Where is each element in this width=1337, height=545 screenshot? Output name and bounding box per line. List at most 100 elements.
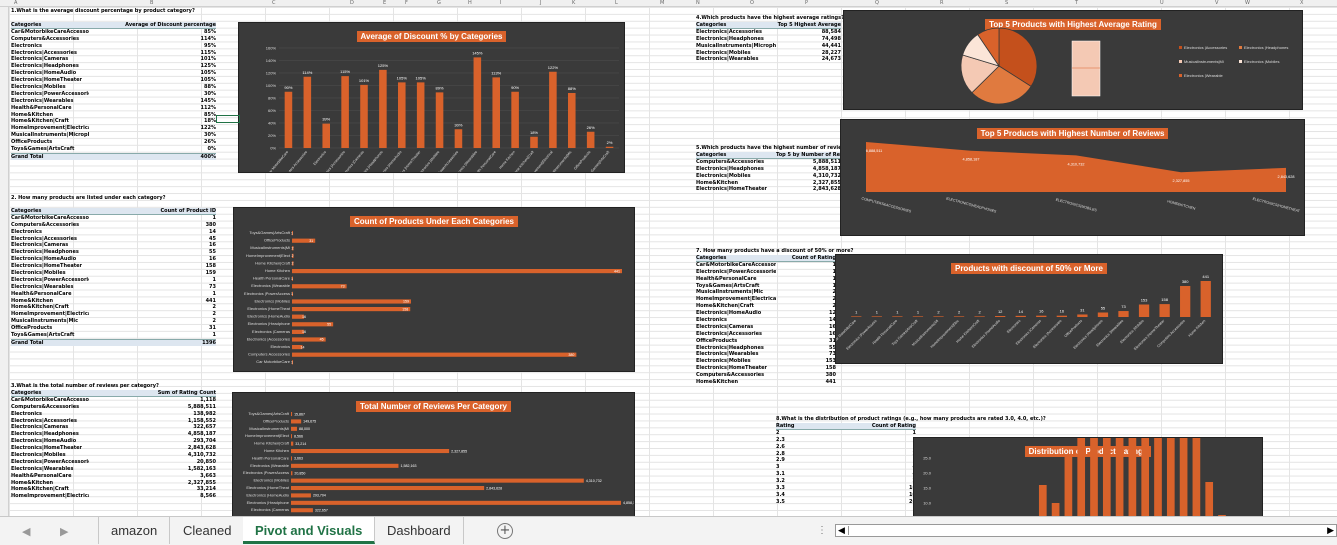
tab-scroll-left-icon[interactable]: ◀ [22,525,30,538]
table-row[interactable]: Electronics|Mobiles 28,227 [696,50,841,57]
table-row[interactable]: Electronics|Headphones 125% [11,63,216,70]
table-cell-label[interactable]: Electronics|HomeTheater [11,445,89,452]
table-cell-value[interactable]: 85% [89,29,216,36]
table-row[interactable]: 21 [776,430,916,437]
table-cell-value[interactable]: 2 [776,289,836,296]
table-cell-label[interactable]: HomeImprovement|Electrical [696,296,776,303]
table-cell-label[interactable]: 3.4 [776,492,831,499]
table-cell-label[interactable]: Electronics|Cameras [696,324,776,331]
column-letter[interactable]: S [1005,0,1008,6]
table-row[interactable]: Electronics|Cameras 16 [696,324,836,331]
table-cell-label[interactable]: Car&MotorbikeCareAccessories [11,215,89,222]
table-cell-value[interactable]: 74,498 [776,36,841,43]
table-cell-value[interactable]: Top 5 by Number of Reviews [776,152,841,158]
table-row[interactable]: Electronics|PowerAccessories1 [696,269,836,276]
table-cell-label[interactable]: Car&MotorbikeCareAccessories [11,397,89,404]
table-cell-label[interactable]: Electronics|PowerAccessories [11,459,89,466]
table-cell-label[interactable]: Electronics|Headphones [696,166,776,173]
table-cell-value[interactable]: 26% [89,139,216,146]
table-row[interactable]: Home&Kitchen|Craft 33,214 [11,486,216,493]
table-row[interactable]: Car&MotorbikeCareAccessories1 [696,262,836,269]
table-cell-label[interactable]: 2.6 [776,444,831,451]
table-cell-value[interactable]: 4,310,732 [89,452,216,459]
table-row[interactable]: HomeImprovement|Electrical 122% [11,125,216,132]
table-cell-label[interactable]: Electronics|PowerAccessories [11,277,89,284]
table-cell-label[interactable]: HomeImprovement|Electrical [11,125,89,132]
table-cell-label[interactable]: Electronics [696,317,776,324]
tab-dashboard[interactable]: Dashboard [375,517,464,544]
table-row[interactable]: Electronics|Headphones 55 [11,249,216,256]
table-row[interactable]: Toys&Games|ArtsCraft1 [696,283,836,290]
table-row[interactable]: 2.91 [776,457,916,464]
table-row[interactable]: Electronics|Mobiles 153 [696,358,836,365]
table-cell-value[interactable]: 1 [831,430,916,437]
table-cell-label[interactable]: Electronics|Accessories [696,29,776,36]
table-cell-value[interactable]: 122% [89,125,216,132]
table-cell-label[interactable]: Electronics|Accessories [11,236,89,243]
pivot-table-discount-50[interactable]: Categories Count of Rating Car&MotorbikeCa… [696,255,836,386]
column-letter[interactable]: D [350,0,354,6]
table-cell-label[interactable]: 2.9 [776,457,831,464]
column-letter[interactable]: R [940,0,943,6]
table-cell-value[interactable]: 101% [89,56,216,63]
table-cell-value[interactable]: 16 [831,485,916,492]
pivot-table-discount[interactable]: Categories Average of Discount percentage… [11,22,216,160]
table-row[interactable]: Home&Kitchen 85% [11,112,216,119]
table-row[interactable]: Electronics|Accessories 45 [11,236,216,243]
table-cell-value[interactable]: 1,118 [89,397,216,404]
table-row[interactable]: Electronics|HomeAudio 16 [11,256,216,263]
column-letter[interactable]: G [437,0,441,6]
table-cell-label[interactable]: Electronics|Mobiles [696,50,776,57]
table-row[interactable]: HomeImprovement|Electrical2 [696,296,836,303]
table-cell-value[interactable]: 16 [89,242,216,249]
column-letter[interactable]: E [383,0,386,6]
table-cell-value[interactable]: 33,214 [89,486,216,493]
table-row[interactable]: Health&PersonalCare 112% [11,105,216,112]
table-cell-value[interactable]: 45 [89,236,216,243]
table-cell-label[interactable]: MusicalInstruments|Microphones [11,132,89,139]
column-letter[interactable]: B [150,0,153,6]
table-cell-label[interactable]: Electronics|HomeAudio [696,310,776,317]
table-cell-label[interactable]: Home&Kitchen [696,379,776,386]
pivot-table-top-reviews[interactable]: CategoriesTop 5 by Number of ReviewsComp… [696,152,841,193]
table-row[interactable]: Electronics|HomeTheater 2,843,628 [696,186,841,193]
table-cell-value[interactable]: 2 [89,304,216,311]
table-row[interactable]: Electronics|Accessories 115% [11,50,216,57]
table-cell-value[interactable]: 1 [776,276,836,283]
table-cell-value[interactable]: 26 [831,499,916,506]
table-header-row[interactable]: Rating Count of Rating [776,423,916,430]
table-row[interactable]: Electronics|Cameras 322,657 [11,424,216,431]
table-row[interactable]: MusicalInstruments|Microphones44,441 [696,43,841,50]
table-cell-label[interactable]: Computers&Accessories [11,404,89,411]
table-row[interactable]: Electronics|Mobiles 4,310,732 [696,173,841,180]
table-cell-value[interactable]: 441 [776,379,836,386]
table-cell-value[interactable]: 12 [776,310,836,317]
table-row[interactable]: OfficeProducts 31 [696,338,836,345]
table-cell-value[interactable]: 158 [89,263,216,270]
table-cell-label[interactable]: Home&Kitchen|Craft [11,118,89,125]
table-cell-label[interactable]: Categories [11,390,89,396]
column-letter[interactable]: F [405,0,408,6]
table-cell-value[interactable]: 73 [776,351,836,358]
column-letter[interactable]: H [468,0,472,6]
table-row[interactable]: Computers&Accessories 5,888,511 [696,159,841,166]
table-cell-label[interactable]: Electronics|Mobiles [11,84,89,91]
table-header-row[interactable]: CategoriesTop 5 by Number of Reviews [696,152,841,159]
table-cell-label[interactable]: Home&Kitchen [11,298,89,305]
table-row[interactable]: Computers&Accessories 5,888,511 [11,404,216,411]
table-row[interactable]: Electronics|HomeTheater 158 [696,365,836,372]
table-cell-value[interactable]: 441 [89,298,216,305]
table-cell-value[interactable]: 1 [776,262,836,269]
table-cell-value[interactable]: 2,327,855 [89,480,216,487]
table-cell-value[interactable]: 55 [89,249,216,256]
table-row[interactable]: Electronics|Headphones 4,858,187 [696,166,841,173]
table-cell-label[interactable]: Electronics|Headphones [11,63,89,70]
table-cell-label[interactable]: MusicalInstruments|Mic [11,318,89,325]
table-cell-label[interactable]: Electronics|Cameras [11,56,89,63]
table-cell-label[interactable]: Electronics|Wearables [696,351,776,358]
table-cell-label[interactable]: Electronics [11,43,89,50]
table-cell-label[interactable]: Electronics|HomeTheater [696,365,776,372]
column-letter[interactable]: V [1215,0,1218,6]
horizontal-scrollbar[interactable]: ◀ ▶ [835,524,1337,537]
table-header-row[interactable]: Categories Average of Discount percentage [11,22,216,29]
